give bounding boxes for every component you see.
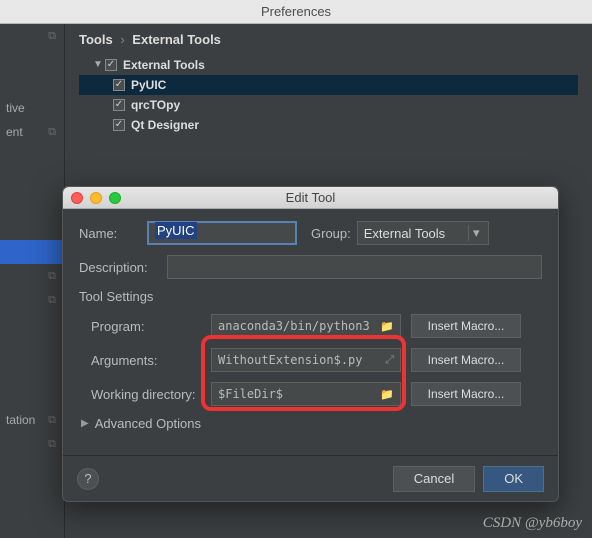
minimize-icon[interactable] — [90, 192, 102, 204]
tree-item-qtdesigner[interactable]: ✓ Qt Designer — [79, 115, 578, 135]
dialog-title-bar[interactable]: Edit Tool — [63, 187, 558, 209]
sidebar-item[interactable] — [0, 216, 64, 240]
dialog-title: Edit Tool — [286, 190, 336, 205]
folder-icon[interactable]: 📁 — [380, 320, 394, 333]
program-label: Program: — [79, 319, 211, 334]
tree-root-row[interactable]: ▼ ✓ External Tools — [79, 55, 578, 75]
tools-tree: ▼ ✓ External Tools ✓ PyUIC ✓ qrcTOpy ✓ Q… — [79, 55, 578, 135]
group-value: External Tools — [364, 226, 445, 241]
sidebar-item[interactable]: tive — [0, 96, 64, 120]
chevron-down-icon: ▾ — [468, 225, 484, 241]
tree-item-label: qrcTOpy — [131, 95, 180, 115]
name-label: Name: — [79, 226, 147, 241]
copy-icon: ⧉ — [48, 432, 56, 456]
name-input[interactable]: PyUIC — [147, 221, 297, 245]
arguments-input[interactable]: WithoutExtension$.py ⤢ — [211, 348, 401, 372]
sidebar-item[interactable] — [0, 312, 64, 336]
sidebar-item[interactable] — [0, 192, 64, 216]
copy-icon: ⧉ — [48, 408, 56, 432]
preferences-title-bar: Preferences — [0, 0, 592, 24]
copy-icon: ⧉ — [48, 288, 56, 312]
checkbox[interactable]: ✓ — [113, 79, 125, 91]
watermark: CSDN @yb6boy — [483, 515, 582, 532]
chevron-right-icon: › — [120, 32, 124, 47]
folder-icon[interactable]: 📁 — [380, 388, 394, 401]
expand-icon[interactable]: ⤢ — [385, 353, 394, 367]
tree-item-qrctopy[interactable]: ✓ qrcTOpy — [79, 95, 578, 115]
breadcrumb-leaf: External Tools — [132, 32, 221, 47]
group-label: Group: — [311, 226, 351, 241]
sidebar-item-selected[interactable] — [0, 240, 64, 264]
sidebar-item[interactable] — [0, 360, 64, 384]
zoom-icon[interactable] — [109, 192, 121, 204]
insert-macro-button[interactable]: Insert Macro... — [411, 348, 521, 372]
help-button[interactable]: ? — [77, 468, 99, 490]
program-input[interactable]: anaconda3/bin/python3 📁 — [211, 314, 401, 338]
edit-tool-dialog: Edit Tool Name: PyUIC Group: External To… — [62, 186, 559, 502]
insert-macro-button[interactable]: Insert Macro... — [411, 382, 521, 406]
sidebar-item[interactable] — [0, 336, 64, 360]
checkbox[interactable]: ✓ — [113, 99, 125, 111]
sidebar-item[interactable] — [0, 144, 64, 168]
tree-item-label: Qt Designer — [131, 115, 199, 135]
tree-item-pyuic[interactable]: ✓ PyUIC — [79, 75, 578, 95]
description-input[interactable] — [167, 255, 542, 279]
description-label: Description: — [79, 260, 167, 275]
copy-icon: ⧉ — [48, 24, 56, 48]
sidebar-item[interactable]: ⧉ — [0, 432, 64, 456]
preferences-sidebar: ⧉ tive ent⧉ ⧉ ⧉ tation⧉ ⧉ — [0, 24, 65, 538]
sidebar-item[interactable]: ent⧉ — [0, 120, 64, 144]
copy-icon: ⧉ — [48, 264, 56, 288]
working-dir-input[interactable]: $FileDir$ 📁 — [211, 382, 401, 406]
sidebar-item[interactable] — [0, 48, 64, 72]
insert-macro-button[interactable]: Insert Macro... — [411, 314, 521, 338]
arguments-label: Arguments: — [79, 353, 211, 368]
checkbox[interactable]: ✓ — [105, 59, 117, 71]
sidebar-item[interactable]: ⧉ — [0, 24, 64, 48]
ok-button[interactable]: OK — [483, 466, 544, 492]
chevron-right-icon: ▶ — [81, 418, 89, 429]
tree-root-label: External Tools — [123, 55, 205, 75]
breadcrumb-root[interactable]: Tools — [79, 32, 113, 47]
advanced-options-toggle[interactable]: ▶ Advanced Options — [79, 416, 542, 431]
sidebar-item[interactable]: tation⧉ — [0, 408, 64, 432]
sidebar-item[interactable] — [0, 168, 64, 192]
close-icon[interactable] — [71, 192, 83, 204]
working-dir-label: Working directory: — [79, 387, 211, 402]
breadcrumb: Tools › External Tools — [79, 32, 578, 47]
tree-item-label: PyUIC — [131, 75, 166, 95]
tool-settings-heading: Tool Settings — [79, 289, 542, 304]
checkbox[interactable]: ✓ — [113, 119, 125, 131]
group-combo[interactable]: External Tools ▾ — [357, 221, 489, 245]
sidebar-item[interactable] — [0, 72, 64, 96]
sidebar-item[interactable]: ⧉ — [0, 288, 64, 312]
sidebar-item[interactable]: ⧉ — [0, 264, 64, 288]
sidebar-item[interactable] — [0, 384, 64, 408]
copy-icon: ⧉ — [48, 120, 56, 144]
chevron-down-icon[interactable]: ▼ — [93, 55, 103, 75]
cancel-button[interactable]: Cancel — [393, 466, 475, 492]
